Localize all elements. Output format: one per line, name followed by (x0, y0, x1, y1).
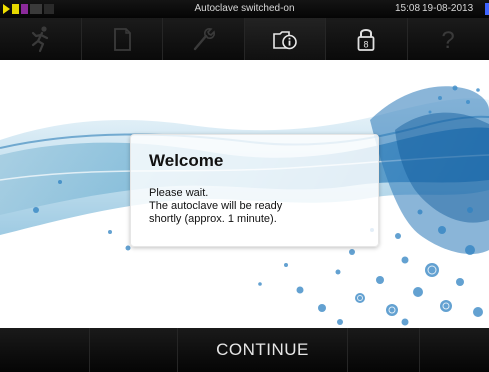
bottom-slot-4 (348, 328, 420, 372)
status-indicator-blue (485, 3, 489, 15)
dialog-title: Welcome (149, 151, 224, 170)
bottom-slot-2 (90, 328, 178, 372)
running-person-icon (32, 26, 49, 53)
dialog-line: shortly (approx. 1 minute). (149, 213, 277, 225)
status-date: 19-08-2013 (422, 3, 474, 14)
program-button[interactable] (0, 18, 82, 60)
help-glyph: ? (442, 27, 455, 53)
info-folder-icon (272, 31, 297, 50)
protocol-button[interactable] (82, 18, 163, 60)
dialog-line: Please wait. (149, 187, 209, 199)
dialog-line: The autoclave will be ready (149, 200, 283, 212)
setup-button[interactable] (163, 18, 245, 60)
status-time: 15:08 (395, 3, 421, 14)
bottom-slot-1 (0, 328, 90, 372)
document-icon (113, 28, 131, 51)
lock-icon: 8 (357, 29, 375, 51)
help-button[interactable]: ? (408, 18, 489, 60)
autoclave-screen: Autoclave switched-on 15:08 19-08-2013 8… (0, 0, 489, 372)
login-button[interactable]: 8 (326, 18, 408, 60)
lock-level: 8 (364, 40, 369, 50)
help-icon: ? (442, 27, 455, 53)
wrench-icon (194, 28, 216, 51)
bottom-slot-5 (420, 328, 489, 372)
continue-button[interactable]: CONTINUE (178, 328, 348, 372)
toolbar: 8 ? (0, 18, 489, 60)
bottom-bar: CONTINUE (0, 328, 489, 372)
main-area: Welcome Please wait. The autoclave will … (0, 60, 489, 328)
status-bar: Autoclave switched-on 15:08 19-08-2013 (0, 0, 489, 18)
dialog-message: Please wait. The autoclave will be ready… (149, 187, 369, 226)
info-button[interactable] (244, 18, 326, 60)
welcome-dialog: Welcome Please wait. The autoclave will … (130, 134, 379, 247)
